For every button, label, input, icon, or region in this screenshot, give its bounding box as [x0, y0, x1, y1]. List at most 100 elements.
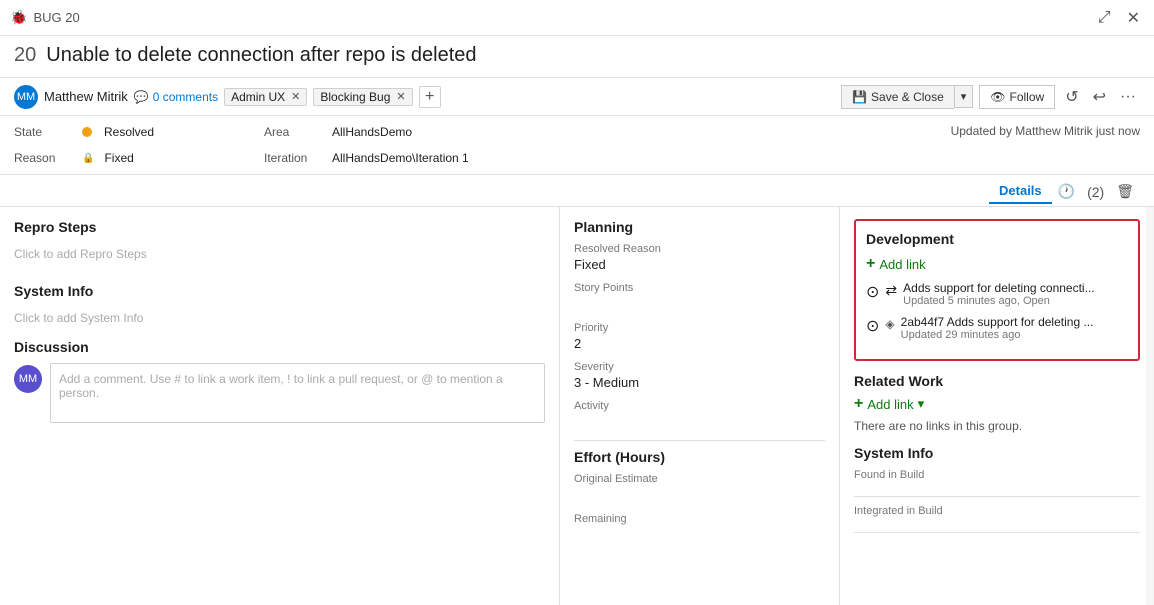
- original-estimate-field: Original Estimate: [574, 473, 825, 503]
- state-value: Resolved: [104, 125, 154, 139]
- github-icon-2: ⊙: [866, 316, 879, 336]
- tag-admin-ux-close[interactable]: ✕: [291, 90, 300, 103]
- priority-label: Priority: [574, 322, 825, 334]
- state-label: State: [14, 125, 74, 139]
- toolbar: MM Matthew Mitrik 💬 0 comments Admin UX …: [0, 78, 1154, 116]
- activity-field: Activity: [574, 400, 825, 430]
- effort-divider: [574, 440, 825, 441]
- commit-icon-2: ◈: [885, 317, 894, 331]
- dev-item-1-sub: Updated 5 minutes ago, Open: [903, 295, 1128, 307]
- title-bar-actions: ⤢ ✕: [1094, 6, 1144, 30]
- lock-icon: 🔒: [82, 153, 94, 164]
- resolved-reason-value[interactable]: Fixed: [574, 257, 825, 272]
- remaining-field: Remaining: [574, 513, 825, 543]
- activity-value[interactable]: [574, 414, 825, 430]
- severity-field: Severity 3 - Medium: [574, 361, 825, 390]
- original-estimate-label: Original Estimate: [574, 473, 825, 485]
- save-close-group: 💾 Save & Close ▾: [841, 85, 973, 109]
- expand-button[interactable]: ⤢: [1094, 6, 1115, 30]
- tag-blocking-bug[interactable]: Blocking Bug ✕: [313, 88, 412, 106]
- comment-badge[interactable]: 💬 0 comments: [134, 90, 218, 104]
- assignee-name[interactable]: Matthew Mitrik: [44, 89, 128, 104]
- integrated-in-build-value[interactable]: [854, 517, 1140, 533]
- wi-title[interactable]: Unable to delete connection after repo i…: [46, 44, 476, 67]
- right-panel-scrollbar[interactable]: [1146, 207, 1154, 605]
- wi-number: 20: [14, 44, 36, 67]
- tag-blocking-bug-close[interactable]: ✕: [396, 90, 405, 103]
- bug-icon: 🐞: [10, 9, 27, 26]
- save-icon: 💾: [852, 90, 867, 104]
- resolved-reason-field: Resolved Reason Fixed: [574, 243, 825, 272]
- main-content: Repro Steps Click to add Repro Steps Sys…: [0, 207, 1154, 605]
- story-points-label: Story Points: [574, 282, 825, 294]
- priority-value[interactable]: 2: [574, 336, 825, 351]
- dev-item-2[interactable]: ⊙ ◈ 2ab44f7 Adds support for deleting ..…: [866, 315, 1128, 341]
- iteration-field[interactable]: Iteration AllHandsDemo\Iteration 1: [264, 146, 469, 170]
- left-panel: Repro Steps Click to add Repro Steps Sys…: [0, 207, 560, 605]
- field-group-left: State Resolved Reason 🔒 Fixed: [14, 120, 234, 170]
- tab-links-button[interactable]: (2): [1081, 182, 1110, 202]
- tab-details[interactable]: Details: [989, 179, 1052, 204]
- reason-field[interactable]: Reason 🔒 Fixed: [14, 146, 234, 170]
- add-tag-button[interactable]: +: [419, 86, 441, 108]
- found-in-build-label: Found in Build: [854, 469, 1140, 481]
- original-estimate-value[interactable]: [574, 487, 825, 503]
- assignee-area: MM Matthew Mitrik 💬 0 comments Admin UX …: [14, 85, 835, 109]
- tab-history-button[interactable]: 🕐: [1052, 181, 1081, 202]
- dev-item-2-content: 2ab44f7 Adds support for deleting ... Up…: [901, 315, 1128, 341]
- title-bar-label: BUG 20: [33, 10, 1093, 25]
- more-button[interactable]: ···: [1116, 86, 1140, 108]
- development-section: Development + Add link ⊙ ⇄ Adds support …: [854, 219, 1140, 361]
- related-work-section: Related Work + Add link ▾ There are no l…: [854, 373, 1140, 433]
- story-points-field: Story Points: [574, 282, 825, 312]
- discussion-title: Discussion: [14, 339, 545, 355]
- title-bar: 🐞 BUG 20 ⤢ ✕: [0, 0, 1154, 36]
- save-dropdown-button[interactable]: ▾: [954, 85, 974, 108]
- field-group-right: Area AllHandsDemo Iteration AllHandsDemo…: [264, 120, 469, 170]
- area-value: AllHandsDemo: [332, 125, 412, 139]
- system-info-right-section: System Info Found in Build Integrated in…: [854, 445, 1140, 533]
- related-add-plus-icon: +: [854, 395, 863, 413]
- discussion-section: Discussion MM Add a comment. Use # to li…: [14, 339, 545, 423]
- right-panel: Development + Add link ⊙ ⇄ Adds support …: [840, 207, 1154, 553]
- repro-steps-input[interactable]: Click to add Repro Steps: [14, 243, 545, 265]
- area-label: Area: [264, 125, 324, 139]
- development-title: Development: [866, 231, 1128, 247]
- avatar[interactable]: MM: [14, 85, 38, 109]
- add-link-button[interactable]: + Add link: [866, 255, 1128, 273]
- repro-steps-title: Repro Steps: [14, 219, 545, 235]
- state-field[interactable]: State Resolved: [14, 120, 234, 144]
- tab-delete-button[interactable]: 🗑: [1110, 181, 1140, 202]
- follow-button[interactable]: 👁 Follow: [979, 85, 1055, 109]
- add-link-dropdown[interactable]: + Add link ▾: [854, 395, 1140, 413]
- tag-admin-ux[interactable]: Admin UX ✕: [224, 88, 307, 106]
- resolved-reason-label: Resolved Reason: [574, 243, 825, 255]
- add-link-plus-icon: +: [866, 255, 875, 273]
- undo-button[interactable]: ↩: [1089, 85, 1110, 109]
- severity-label: Severity: [574, 361, 825, 373]
- comment-icon: 💬: [134, 90, 149, 104]
- no-links-text: There are no links in this group.: [854, 419, 1140, 433]
- refresh-button[interactable]: ↺: [1061, 85, 1082, 109]
- system-info-input[interactable]: Click to add System Info: [14, 307, 545, 329]
- found-in-build-value[interactable]: [854, 481, 1140, 497]
- dev-item-2-sub: Updated 29 minutes ago: [901, 329, 1128, 341]
- remaining-value[interactable]: [574, 527, 825, 543]
- related-work-title: Related Work: [854, 373, 1140, 389]
- dev-item-1[interactable]: ⊙ ⇄ Adds support for deleting connecti..…: [866, 281, 1128, 307]
- github-icon-1: ⊙: [866, 282, 879, 302]
- area-field[interactable]: Area AllHandsDemo: [264, 120, 469, 144]
- system-info-right-title: System Info: [854, 445, 1140, 461]
- story-points-value[interactable]: [574, 296, 825, 312]
- follow-icon: 👁: [990, 90, 1005, 104]
- found-in-build-field: Found in Build: [854, 469, 1140, 497]
- severity-value[interactable]: 3 - Medium: [574, 375, 825, 390]
- right-panel-wrapper: Development + Add link ⊙ ⇄ Adds support …: [840, 207, 1154, 605]
- updated-info: Updated by Matthew Mitrik just now: [469, 120, 1140, 170]
- close-button[interactable]: ✕: [1123, 6, 1144, 30]
- fields-row: State Resolved Reason 🔒 Fixed Area AllHa…: [0, 116, 1154, 175]
- comment-input[interactable]: Add a comment. Use # to link a work item…: [50, 363, 545, 423]
- save-close-button[interactable]: 💾 Save & Close: [841, 85, 954, 109]
- work-item-header: 20 Unable to delete connection after rep…: [0, 36, 1154, 78]
- comment-count: 0 comments: [153, 90, 218, 104]
